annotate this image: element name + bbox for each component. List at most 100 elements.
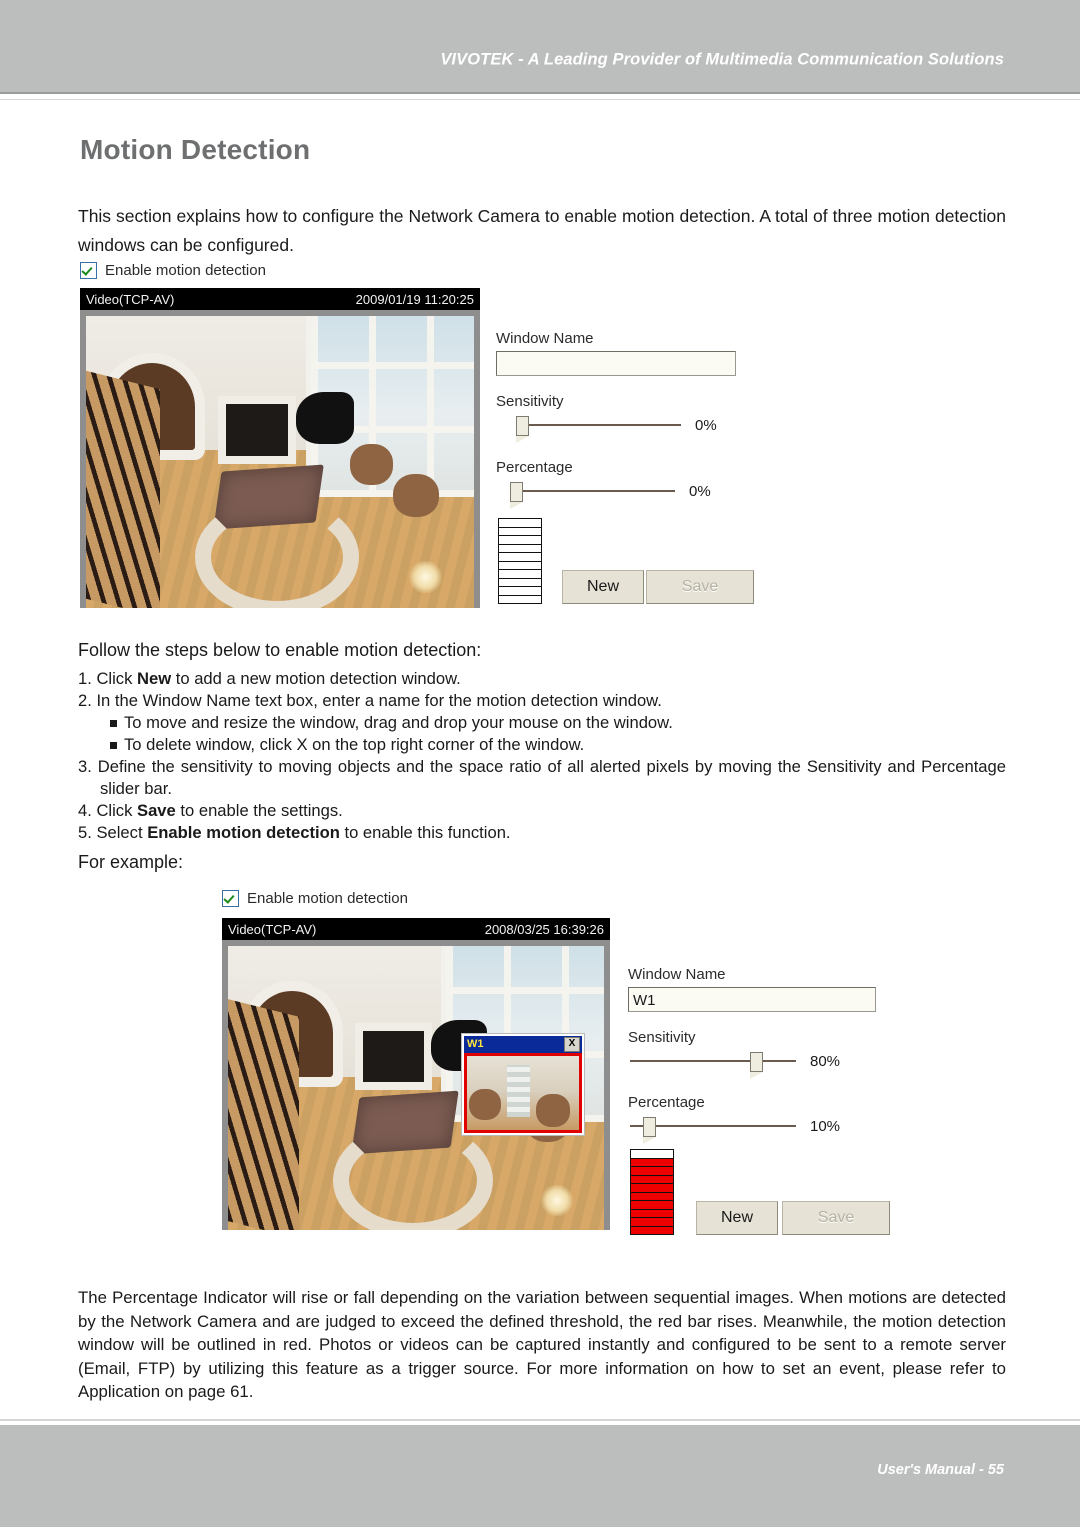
video-status-bar-2: Video(TCP-AV) 2008/03/25 16:39:26 bbox=[222, 918, 610, 940]
indicator-segment bbox=[499, 544, 541, 553]
checkbox-icon[interactable] bbox=[222, 890, 239, 907]
sensitivity-slider[interactable] bbox=[516, 416, 681, 443]
step-2-bullet-b-text: To delete window, click X on the top rig… bbox=[124, 735, 585, 754]
sensitivity-label: Sensitivity bbox=[496, 393, 564, 410]
sensitivity-value: 80% bbox=[810, 1052, 841, 1070]
indicator-segment bbox=[499, 561, 541, 570]
percentage-indicator-2 bbox=[630, 1149, 674, 1235]
percentage-slider[interactable] bbox=[510, 482, 675, 509]
indicator-segment bbox=[499, 527, 541, 536]
camera-scene-image-2: W1 X bbox=[228, 946, 604, 1230]
save-button[interactable]: Save bbox=[646, 570, 754, 604]
new-button[interactable]: New bbox=[696, 1201, 778, 1235]
close-icon[interactable]: X bbox=[564, 1037, 580, 1052]
percentage-slider-thumb[interactable] bbox=[643, 1117, 656, 1144]
step-3: 3. Define the sensitivity to moving obje… bbox=[78, 757, 1006, 798]
screenshot-panel-2: Enable motion detection Video(TCP-AV) 20… bbox=[222, 890, 898, 1235]
screenshot-panel-1: Enable motion detection Video(TCP-AV) 20… bbox=[80, 262, 756, 608]
enable-motion-detection-row-1[interactable]: Enable motion detection bbox=[80, 262, 756, 279]
follow-steps-label: Follow the steps below to enable motion … bbox=[78, 640, 482, 660]
percentage-label: Percentage bbox=[628, 1094, 705, 1111]
new-button[interactable]: New bbox=[562, 570, 644, 604]
step-2-bullet-a: To move and resize the window, drag and … bbox=[78, 712, 1006, 734]
video-preview-1: Video(TCP-AV) 2009/01/19 11:20:25 bbox=[80, 288, 480, 608]
motion-settings-panel-1: Window Name Sensitivity 0% Percentage 0% bbox=[496, 288, 756, 604]
video-source-label: Video(TCP-AV) bbox=[86, 291, 175, 307]
footer-divider bbox=[0, 1419, 1080, 1421]
step-2-bullet-b: To delete window, click X on the top rig… bbox=[78, 734, 1006, 756]
indicator-segment bbox=[631, 1218, 673, 1227]
step-1: 1. Click New to add a new motion detecti… bbox=[78, 668, 1006, 690]
closing-paragraph: The Percentage Indicator will rise or fa… bbox=[78, 1288, 1006, 1401]
square-bullet-icon bbox=[110, 742, 117, 749]
checkbox-icon[interactable] bbox=[80, 262, 97, 279]
indicator-segment bbox=[499, 587, 541, 596]
intro-paragraph: This section explains how to configure t… bbox=[78, 206, 1006, 255]
indicator-segment bbox=[631, 1167, 673, 1176]
motion-settings-panel-2: Window Name W1 Sensitivity 80% Percentag… bbox=[628, 918, 898, 1235]
motion-window-title: W1 bbox=[467, 1038, 484, 1050]
steps-list: 1. Click New to add a new motion detecti… bbox=[78, 668, 1006, 844]
header-divider bbox=[0, 92, 1080, 100]
indicator-segment bbox=[631, 1209, 673, 1218]
step-5-post: to enable this function. bbox=[339, 823, 511, 842]
page-footer-band: User's Manual - 55 bbox=[0, 1425, 1080, 1527]
step-4-bold: Save bbox=[137, 801, 176, 820]
motion-detection-window-w1[interactable]: W1 X bbox=[462, 1034, 584, 1135]
sensitivity-slider-thumb[interactable] bbox=[516, 416, 529, 443]
indicator-segment bbox=[631, 1158, 673, 1167]
step-1-bold: New bbox=[137, 669, 172, 688]
for-example-label: For example: bbox=[78, 852, 184, 872]
indicator-segment bbox=[631, 1226, 673, 1234]
percentage-slider[interactable] bbox=[630, 1117, 796, 1144]
step-5-pre: 5. Select bbox=[78, 823, 148, 842]
video-timestamp: 2009/01/19 11:20:25 bbox=[355, 291, 474, 307]
step-5-bold: Enable motion detection bbox=[147, 823, 340, 842]
indicator-segment bbox=[631, 1175, 673, 1184]
page-header-band bbox=[0, 0, 1080, 92]
percentage-indicator-1 bbox=[498, 518, 542, 604]
window-name-label: Window Name bbox=[496, 330, 594, 347]
percentage-value: 10% bbox=[810, 1117, 841, 1135]
motion-window-region[interactable] bbox=[464, 1053, 582, 1133]
enable-motion-detection-label: Enable motion detection bbox=[105, 262, 266, 279]
sensitivity-label: Sensitivity bbox=[628, 1029, 696, 1046]
indicator-segment bbox=[499, 536, 541, 545]
percentage-label: Percentage bbox=[496, 459, 573, 476]
indicator-segment bbox=[631, 1201, 673, 1210]
enable-motion-detection-row-2[interactable]: Enable motion detection bbox=[222, 890, 898, 907]
enable-motion-detection-label: Enable motion detection bbox=[247, 890, 408, 907]
motion-window-titlebar[interactable]: W1 X bbox=[464, 1036, 582, 1053]
window-name-input[interactable] bbox=[496, 351, 736, 376]
square-bullet-icon bbox=[110, 720, 117, 727]
video-status-bar-1: Video(TCP-AV) 2009/01/19 11:20:25 bbox=[80, 288, 480, 310]
page-title: Motion Detection bbox=[80, 134, 311, 165]
step-4: 4. Click Save to enable the settings. bbox=[78, 800, 1006, 822]
step-5: 5. Select Enable motion detection to ena… bbox=[78, 822, 1006, 844]
video-preview-2: Video(TCP-AV) 2008/03/25 16:39:26 W1 X bbox=[222, 918, 610, 1230]
indicator-segment bbox=[499, 570, 541, 579]
sensitivity-slider[interactable] bbox=[630, 1052, 796, 1079]
step-4-pre: 4. Click bbox=[78, 801, 138, 820]
step-2-bullet-a-text: To move and resize the window, drag and … bbox=[124, 713, 673, 732]
window-name-input[interactable]: W1 bbox=[628, 987, 876, 1012]
step-1-post: to add a new motion detection window. bbox=[171, 669, 461, 688]
sensitivity-slider-thumb[interactable] bbox=[750, 1052, 763, 1079]
window-name-label: Window Name bbox=[628, 966, 726, 983]
indicator-segment bbox=[499, 519, 541, 528]
save-button[interactable]: Save bbox=[782, 1201, 890, 1235]
percentage-slider-thumb[interactable] bbox=[510, 482, 523, 509]
video-timestamp: 2008/03/25 16:39:26 bbox=[484, 921, 604, 937]
percentage-value: 0% bbox=[689, 482, 711, 500]
indicator-segment bbox=[631, 1150, 673, 1159]
indicator-segment bbox=[631, 1192, 673, 1201]
indicator-segment bbox=[631, 1184, 673, 1193]
indicator-segment bbox=[499, 595, 541, 603]
video-source-label: Video(TCP-AV) bbox=[228, 921, 317, 937]
header-title: VIVOTEK - A Leading Provider of Multimed… bbox=[440, 50, 1004, 69]
step-1-pre: 1. Click bbox=[78, 669, 138, 688]
camera-scene-image-1 bbox=[86, 316, 474, 608]
indicator-segment bbox=[499, 578, 541, 587]
step-2: 2. In the Window Name text box, enter a … bbox=[78, 691, 662, 710]
step-4-post: to enable the settings. bbox=[175, 801, 343, 820]
